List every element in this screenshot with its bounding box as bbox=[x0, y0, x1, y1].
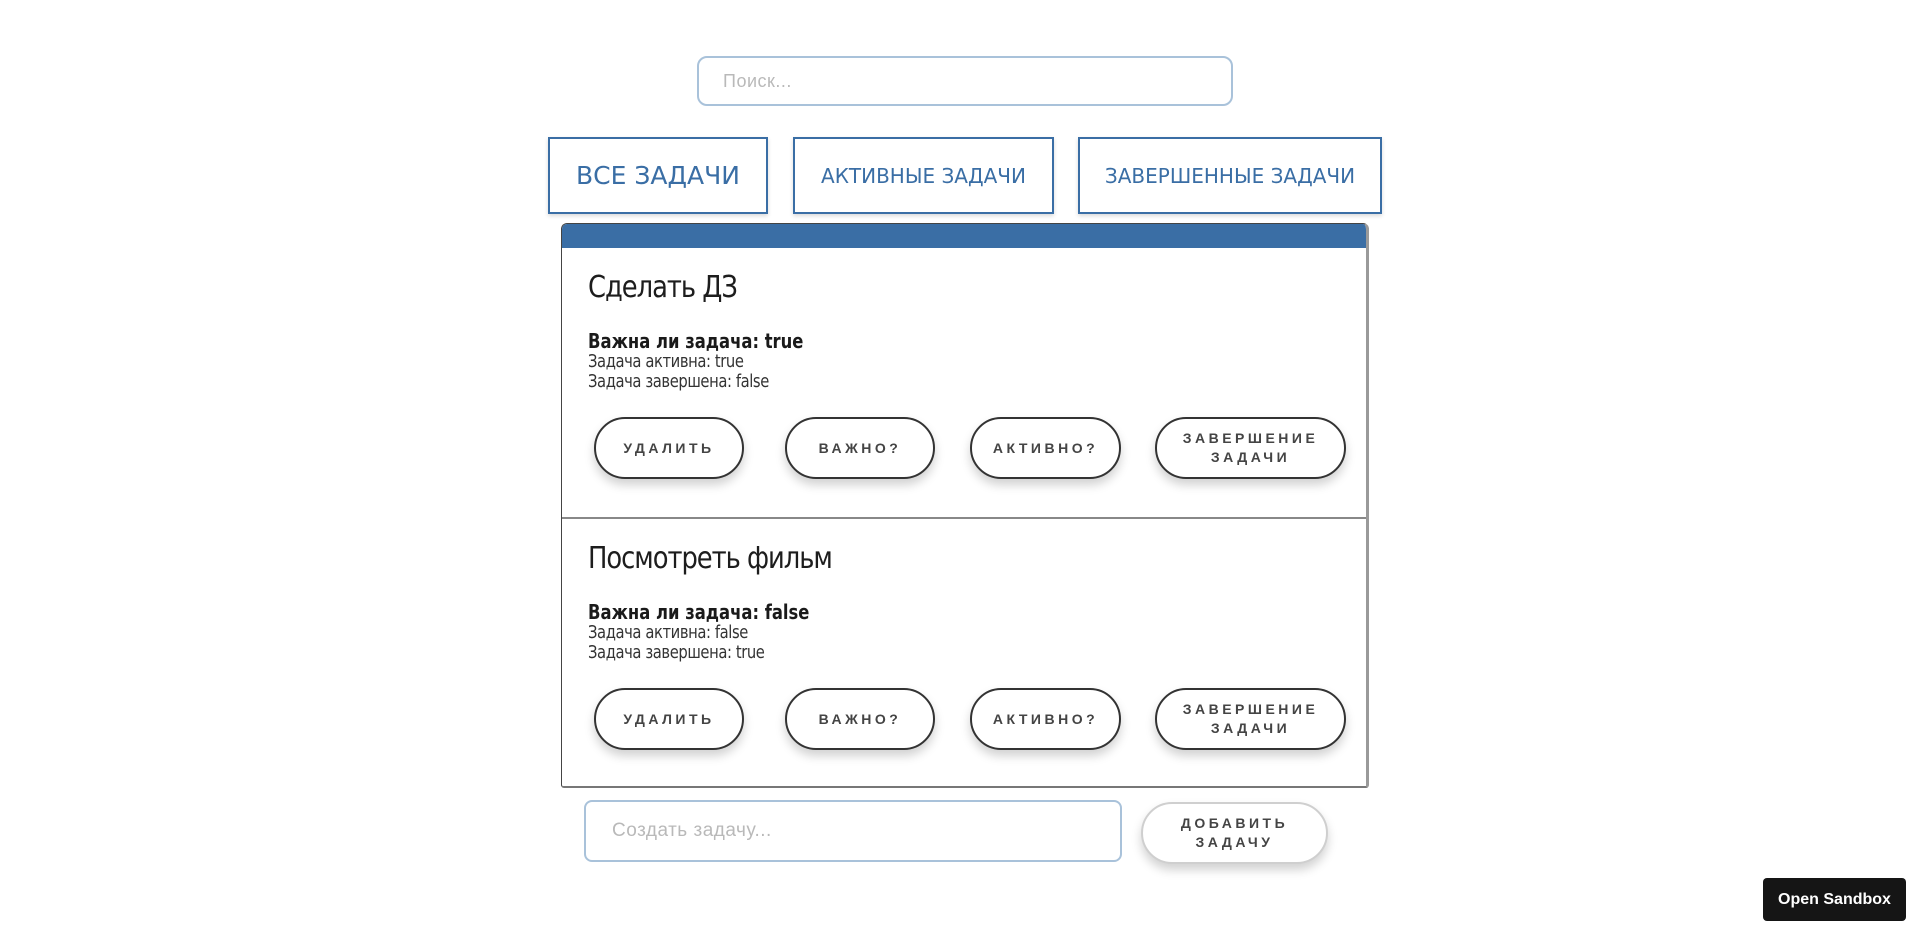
filter-active-tasks-button[interactable]: АКТИВНЫЕ ЗАДАЧИ bbox=[793, 137, 1054, 214]
task-list: Сделать ДЗ Важна ли задача: true Задача … bbox=[561, 223, 1369, 788]
task-active-status: Задача активна: false bbox=[588, 622, 748, 643]
add-task-button[interactable]: ДОБАВИТЬ ЗАДАЧУ bbox=[1141, 802, 1328, 864]
task-info: Важна ли задача: true Задача активна: tr… bbox=[588, 330, 803, 392]
search-container bbox=[697, 56, 1233, 106]
delete-button[interactable]: УДАЛИТЬ bbox=[594, 417, 744, 479]
search-input[interactable] bbox=[697, 56, 1233, 106]
task-active-status: Задача активна: true bbox=[588, 351, 744, 372]
create-task-input[interactable] bbox=[584, 800, 1122, 862]
task-completed-status: Задача завершена: true bbox=[588, 642, 765, 663]
toggle-active-button[interactable]: АКТИВНО? bbox=[970, 688, 1121, 750]
task-title: Сделать ДЗ bbox=[588, 270, 738, 305]
task-completed-status: Задача завершена: false bbox=[588, 371, 769, 392]
delete-button[interactable]: УДАЛИТЬ bbox=[594, 688, 744, 750]
task-item: Посмотреть фильм Важна ли задача: false … bbox=[562, 517, 1366, 786]
task-title: Посмотреть фильм bbox=[588, 541, 833, 576]
complete-task-button[interactable]: ЗАВЕРШЕНИЕ ЗАДАЧИ bbox=[1155, 688, 1346, 750]
complete-task-button[interactable]: ЗАВЕРШЕНИЕ ЗАДАЧИ bbox=[1155, 417, 1346, 479]
task-list-header bbox=[562, 224, 1366, 248]
task-info: Важна ли задача: false Задача активна: f… bbox=[588, 601, 809, 663]
toggle-active-button[interactable]: АКТИВНО? bbox=[970, 417, 1121, 479]
toggle-important-button[interactable]: ВАЖНО? bbox=[785, 688, 935, 750]
filter-completed-tasks-button[interactable]: ЗАВЕРШЕННЫЕ ЗАДАЧИ bbox=[1078, 137, 1382, 214]
task-item: Сделать ДЗ Важна ли задача: true Задача … bbox=[562, 248, 1366, 517]
open-sandbox-button[interactable]: Open Sandbox bbox=[1763, 878, 1906, 921]
task-important-status: Важна ли задача: true bbox=[588, 329, 804, 353]
task-important-status: Важна ли задача: false bbox=[588, 600, 810, 624]
app-root: ВСЕ ЗАДАЧИ АКТИВНЫЕ ЗАДАЧИ ЗАВЕРШЕННЫЕ З… bbox=[0, 0, 1920, 932]
toggle-important-button[interactable]: ВАЖНО? bbox=[785, 417, 935, 479]
filter-all-tasks-button[interactable]: ВСЕ ЗАДАЧИ bbox=[548, 137, 768, 214]
